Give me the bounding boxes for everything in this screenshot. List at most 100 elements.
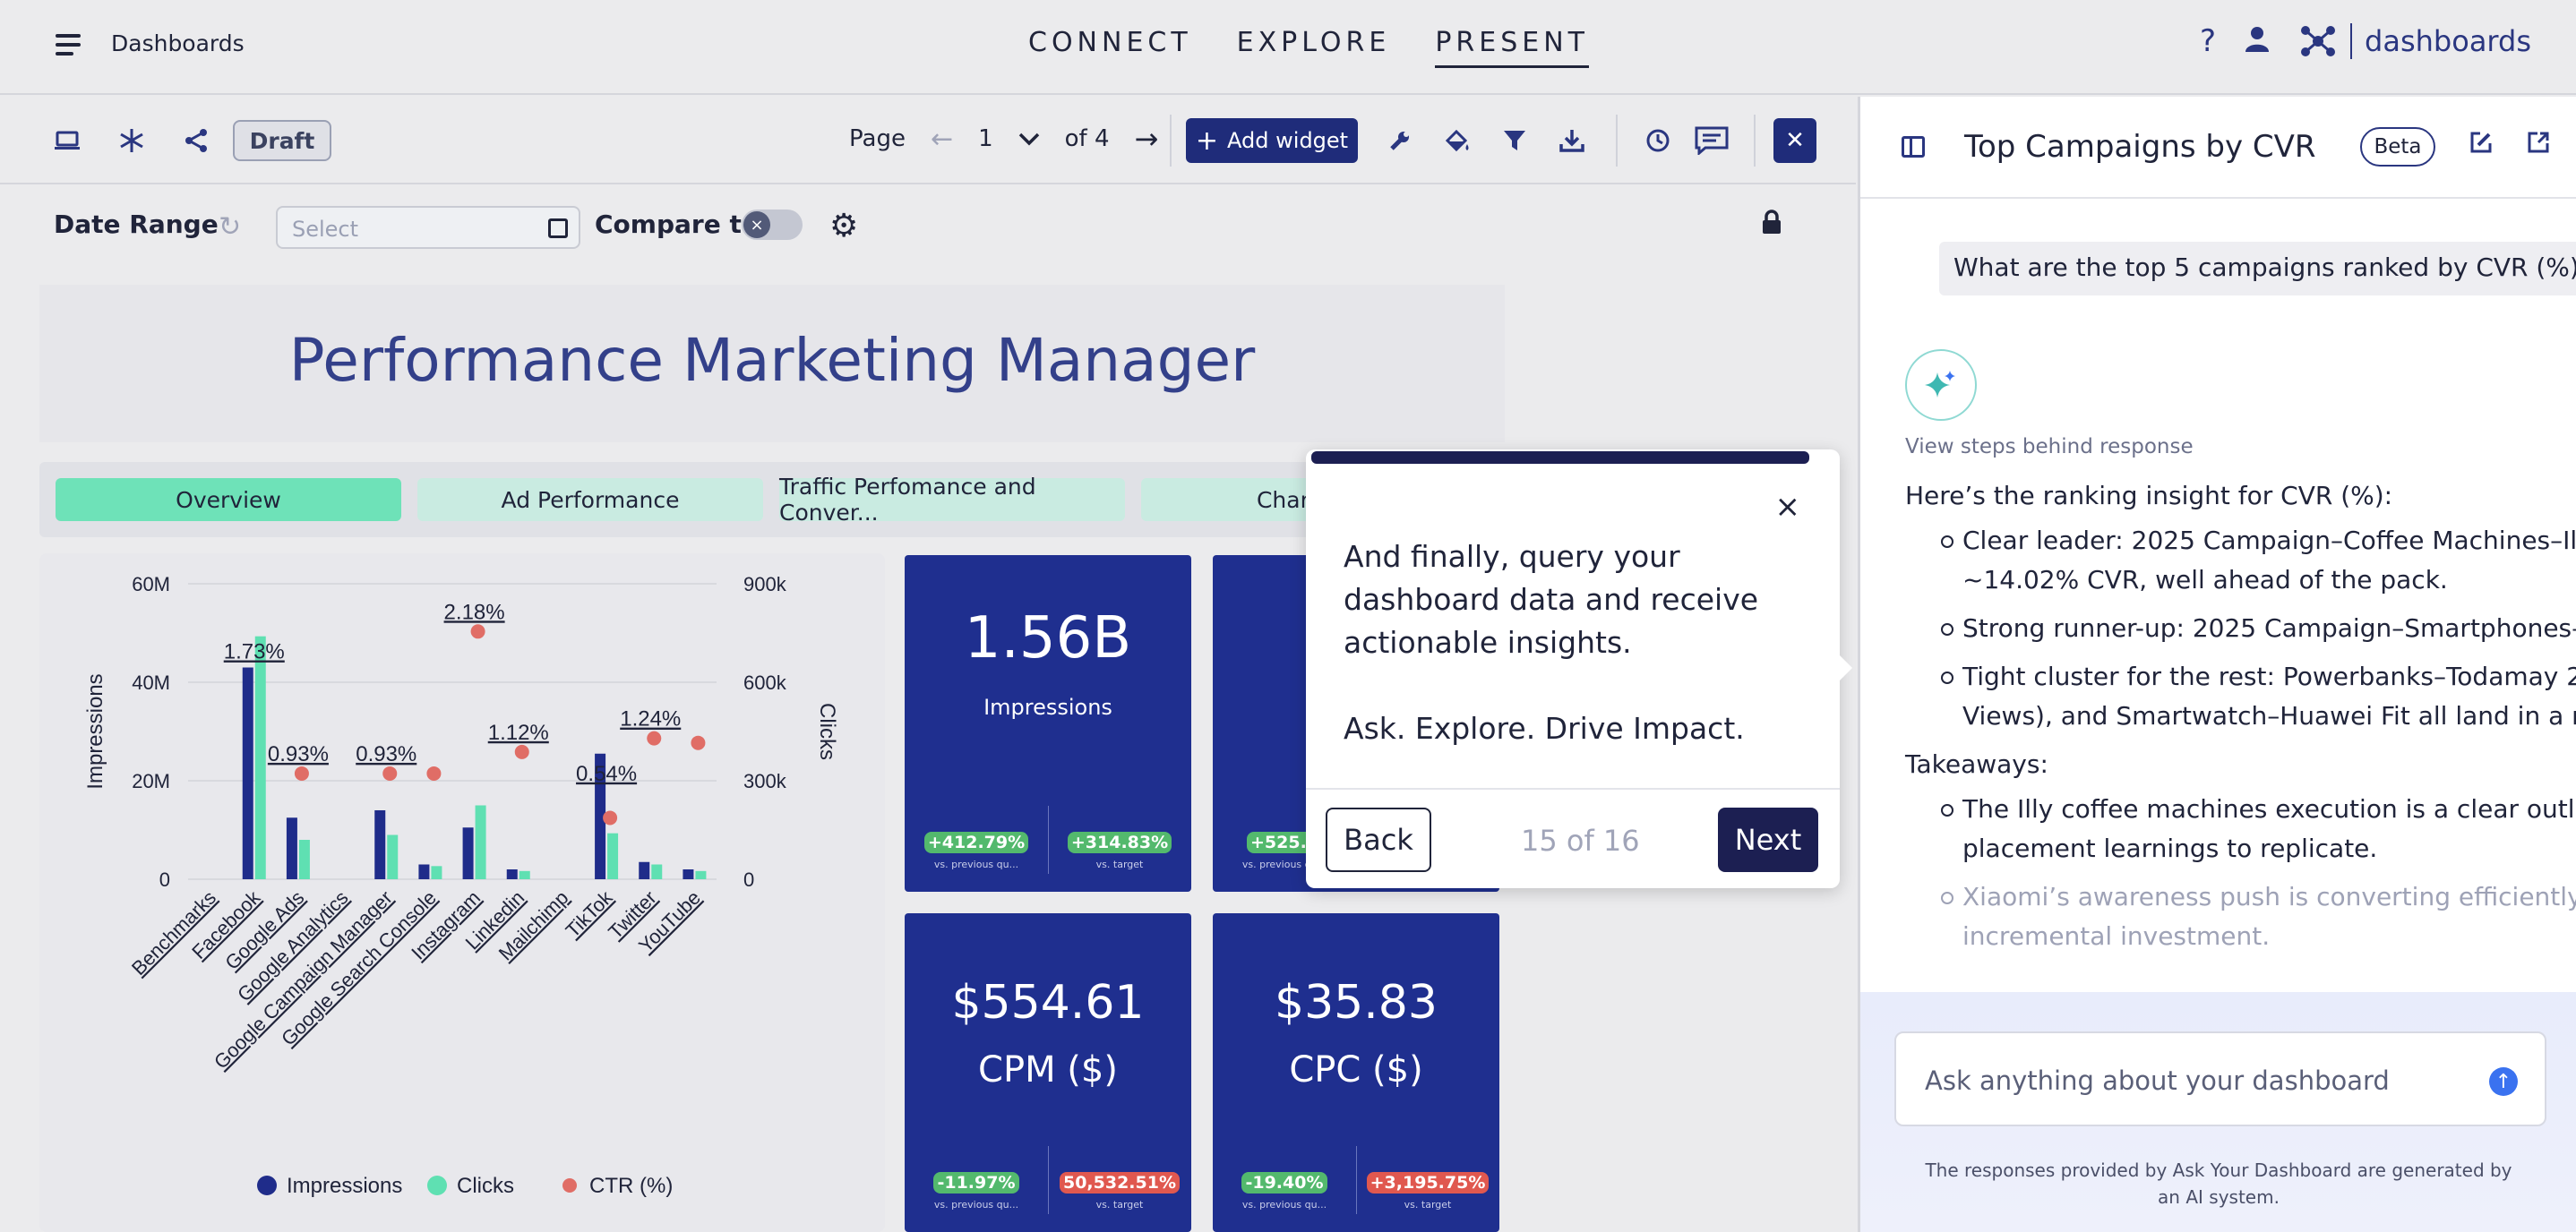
title-widget: Performance Marketing Manager: [39, 285, 1505, 442]
bar-impressions: [418, 864, 430, 879]
calendar-icon[interactable]: [548, 218, 568, 238]
filter-bar: Date Range ↻ Select Compare to × ⚙: [0, 186, 1856, 267]
kpi-label: CPM ($): [978, 1049, 1118, 1091]
breadcrumb[interactable]: Dashboards: [111, 30, 245, 56]
page-dropdown-icon[interactable]: [1018, 125, 1040, 152]
prev-page-icon[interactable]: ←: [931, 124, 953, 155]
answer-intro: Here’s the ranking insight for CVR (%):: [1905, 481, 2393, 510]
tour-text: And finally, query your dashboard data a…: [1344, 539, 1759, 660]
add-widget-label: Add widget: [1227, 128, 1349, 153]
toolbar-divider: [1170, 115, 1172, 167]
gear-icon[interactable]: ⚙: [829, 208, 858, 244]
next-button[interactable]: Next: [1718, 808, 1818, 872]
delta-note: vs. previous qu...: [933, 1199, 1019, 1211]
ai-disclaimer: The responses provided by Ask Your Dashb…: [1925, 1159, 2512, 1208]
tour-tagline: Ask. Explore. Drive Impact.: [1344, 711, 1745, 746]
ctr-point: [382, 766, 398, 781]
takeaway-bullet: The Illy coffee machines execution is a …: [1905, 790, 2576, 868]
share-icon[interactable]: [179, 124, 213, 158]
edit-icon[interactable]: [2469, 131, 2493, 160]
delta-note: vs. target: [1095, 859, 1144, 870]
menu-icon[interactable]: [56, 34, 81, 56]
ctr-point: [470, 624, 485, 639]
takeaway-bullet: Xiaomi’s awareness push is converting ef…: [1905, 877, 2576, 956]
ctr-data-label: 2.18%: [444, 600, 505, 624]
mode-explore[interactable]: EXPLORE: [1237, 27, 1391, 68]
ask-input[interactable]: Ask anything about your dashboard ↑: [1894, 1031, 2546, 1126]
reset-icon[interactable]: ↻: [219, 211, 241, 243]
date-range-input[interactable]: Select: [276, 206, 580, 249]
close-panel-button[interactable]: ✕: [1773, 118, 1816, 163]
delta-note: vs. previous qu...: [1241, 1199, 1327, 1211]
bar-impressions: [639, 861, 650, 879]
tour-divider: [1306, 788, 1840, 790]
delta-badge: 50,532.51%: [1059, 1172, 1180, 1194]
kpi-cpm[interactable]: $554.61 CPM ($) -11.97% vs. previous qu.…: [905, 913, 1191, 1232]
device-preview-icon[interactable]: [50, 124, 84, 158]
sidebar-toggle-icon[interactable]: [1902, 136, 1925, 158]
y-tick-label: 20M: [132, 770, 170, 792]
y2-tick-label: 600k: [743, 672, 787, 694]
tab-overview[interactable]: Overview: [56, 478, 401, 521]
back-button[interactable]: Back: [1326, 808, 1431, 872]
filter-icon[interactable]: [1498, 124, 1532, 158]
bar-impressions: [462, 827, 474, 879]
page-number[interactable]: 1: [978, 125, 993, 152]
kpi-cpc[interactable]: $35.83 CPC ($) -19.40% vs. previous qu..…: [1213, 913, 1499, 1232]
brand-logo[interactable]: dashboards: [2298, 23, 2531, 59]
mode-present[interactable]: PRESENT: [1435, 27, 1589, 68]
impressions-clicks-chart-card: 0 20M 40M 60M 0 300k 600k 900k Impressions Clicks…: [39, 553, 885, 1232]
draft-button[interactable]: Draft: [233, 120, 331, 161]
kpi-impressions[interactable]: 1.56B Impressions +412.79% vs. previous …: [905, 555, 1191, 892]
impressions-clicks-chart: 0 20M 40M 60M 0 300k 600k 900k Impressions Clicks…: [83, 573, 839, 1198]
help-icon[interactable]: ?: [2200, 23, 2216, 59]
tour-progress-bar: [1311, 451, 1809, 464]
view-steps-link[interactable]: View steps behind response: [1905, 435, 2194, 458]
kpi-label: CPC ($): [1289, 1049, 1423, 1091]
kpi-value: $554.61: [951, 976, 1145, 1030]
wrench-icon[interactable]: [1383, 124, 1417, 158]
bar-clicks: [695, 870, 707, 879]
tab-traffic-performance[interactable]: Traffic Perfomance and Conver...: [779, 474, 1125, 526]
ctr-point: [603, 810, 618, 826]
next-page-icon[interactable]: →: [1135, 122, 1159, 156]
plus-icon: +: [1195, 124, 1219, 157]
add-widget-button[interactable]: + Add widget: [1186, 118, 1358, 163]
bar-impressions: [683, 869, 694, 879]
close-icon[interactable]: ×: [1775, 489, 1801, 525]
send-icon[interactable]: ↑: [2489, 1067, 2518, 1096]
mode-switcher: CONNECT EXPLORE PRESENT: [1028, 27, 1589, 68]
delta-badge: +314.83%: [1067, 832, 1172, 853]
y-axis-title: Impressions: [83, 673, 107, 789]
user-question-bubble: What are the top 5 campaigns ranked by C…: [1939, 242, 2576, 295]
freeze-icon[interactable]: [115, 124, 149, 158]
kpi-label: Impressions: [983, 695, 1112, 720]
tour-step-counter: 15 of 16: [1521, 824, 1640, 858]
user-icon[interactable]: [2245, 26, 2270, 56]
toolbar-divider: [1616, 115, 1618, 167]
mode-connect[interactable]: CONNECT: [1028, 27, 1192, 68]
page-title: Performance Marketing Manager: [288, 326, 1256, 395]
paint-bucket-icon[interactable]: [1440, 124, 1474, 158]
beta-badge: Beta: [2360, 127, 2435, 167]
answer-bullet: Clear leader: 2025 Campaign–Coffee Machi…: [1905, 521, 2576, 600]
download-icon[interactable]: [1555, 124, 1589, 158]
delta-badge: -19.40%: [1241, 1172, 1327, 1194]
bar-impressions: [374, 810, 386, 879]
comments-icon[interactable]: [1695, 124, 1729, 158]
toolbar-divider: [1754, 115, 1756, 167]
brand-name: dashboards: [2365, 24, 2531, 58]
y2-tick-label: 900k: [743, 573, 787, 595]
open-external-icon[interactable]: [2527, 131, 2550, 160]
ask-dashboard-panel: Top Campaigns by CVR Beta What are the t…: [1858, 97, 2576, 1232]
bar-clicks: [475, 805, 486, 879]
tab-ad-performance[interactable]: Ad Performance: [417, 478, 763, 521]
legend-marker: [427, 1176, 447, 1195]
ctr-data-label: 0.54%: [576, 762, 637, 786]
kpi-delta-target: +3,195.75% vs. target: [1356, 1172, 1499, 1211]
compare-toggle[interactable]: ×: [742, 210, 803, 240]
lock-icon[interactable]: [1761, 210, 1782, 242]
kpi-delta-target: 50,532.51% vs. target: [1048, 1172, 1191, 1211]
clock-icon[interactable]: [1641, 124, 1675, 158]
legend-label: Impressions: [287, 1174, 402, 1198]
